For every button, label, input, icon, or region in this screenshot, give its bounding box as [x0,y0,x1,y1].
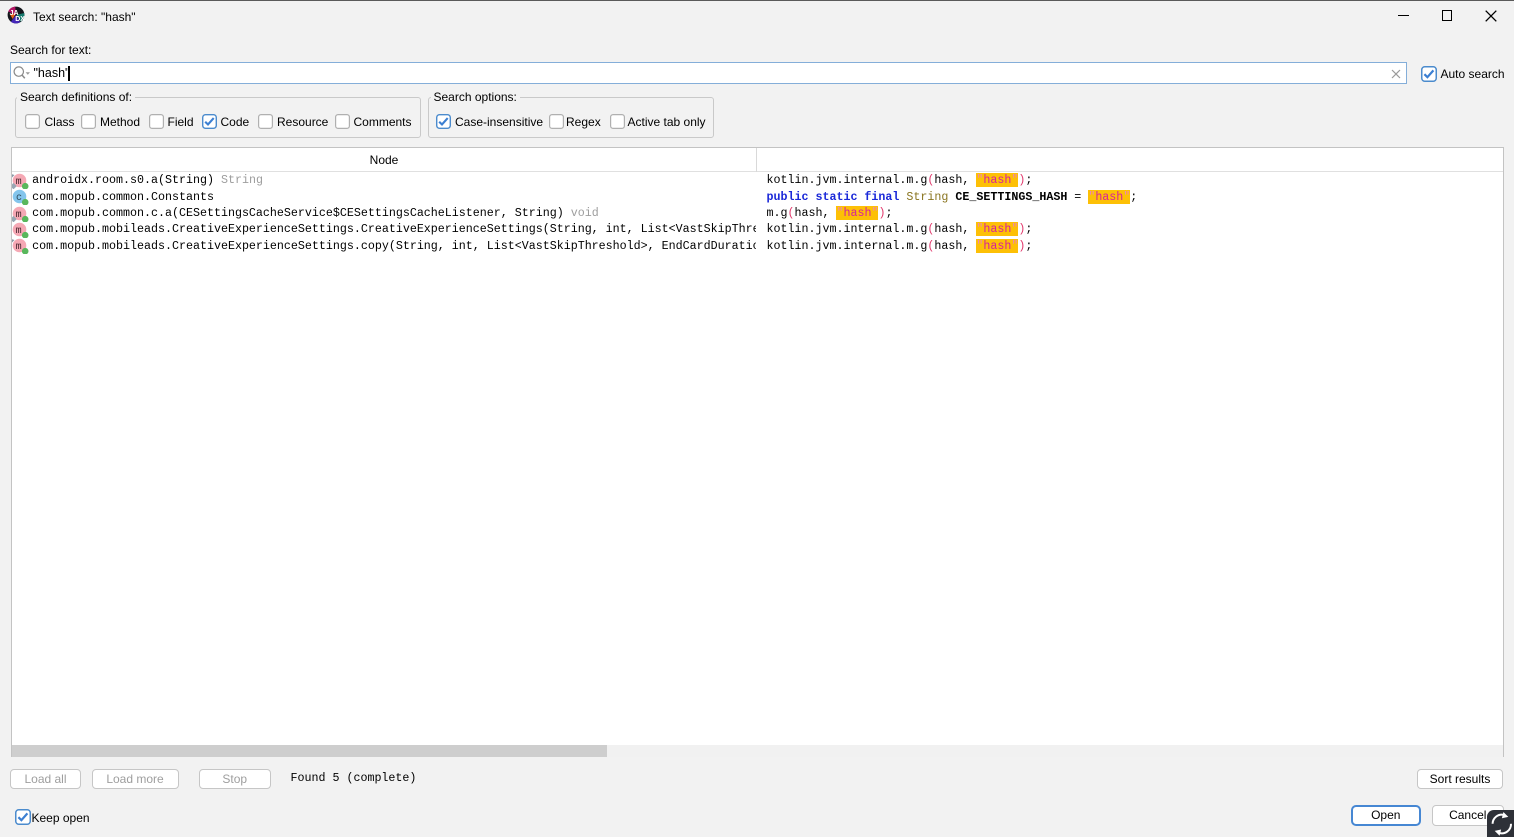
svg-text:DX: DX [15,16,25,23]
svg-text:c: c [16,193,22,204]
svg-text:m: m [15,242,21,253]
svg-text:m: m [15,226,21,237]
